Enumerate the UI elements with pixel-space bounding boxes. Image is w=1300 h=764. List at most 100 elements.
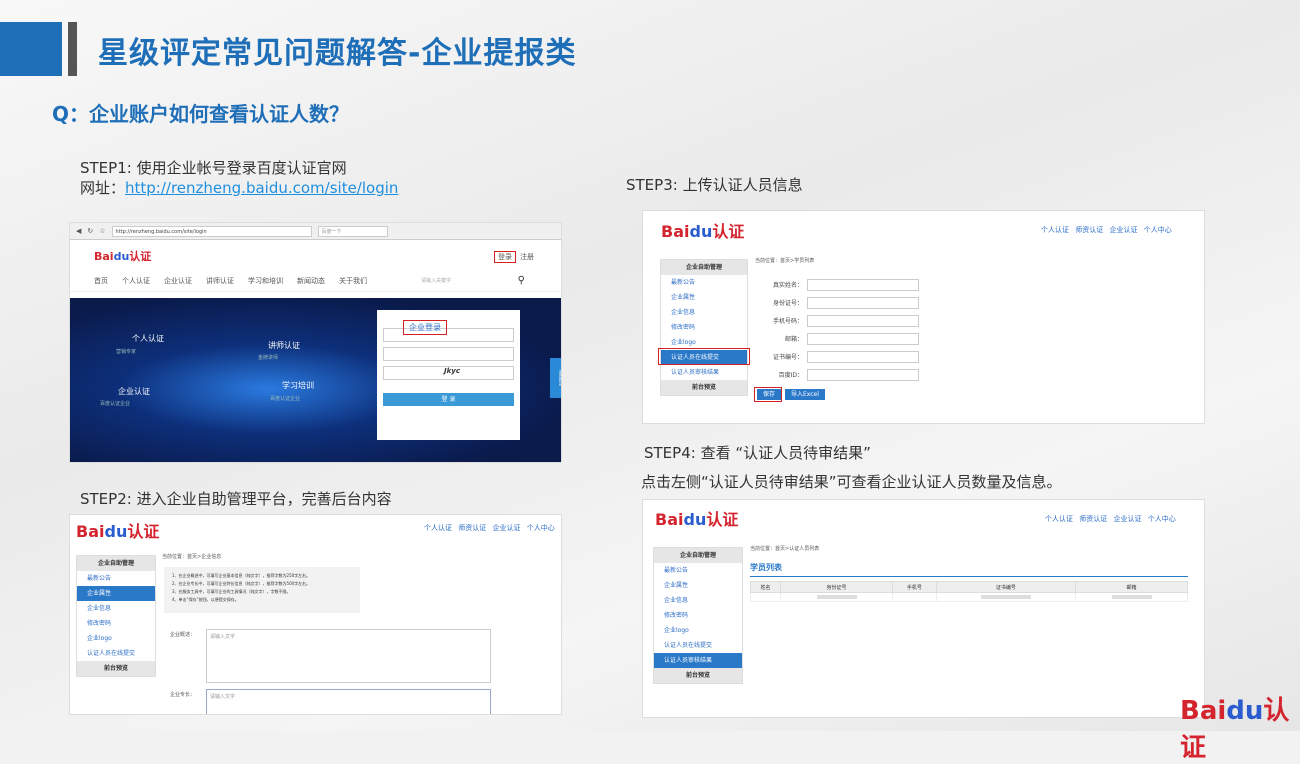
nav-personal-center[interactable]: 个人中心: [527, 524, 555, 532]
hero-sub-3: 百度认证企业: [100, 401, 131, 407]
step1-screenshot: ◀ ↻ ☆ http://renzheng.baidu.com/site/log…: [69, 222, 562, 463]
login-link[interactable]: 登录: [494, 251, 516, 263]
site-nav: 首页 个人认证 企业认证 讲师认证 学习和培训 新闻动态 关于我们 请输入关键字…: [70, 270, 561, 292]
login-url-link[interactable]: http://renzheng.baidu.com/site/login: [125, 179, 398, 197]
sidebar-item-password[interactable]: 修改密码: [654, 608, 742, 623]
sidebar: 企业自助管理 最新公告 企业属性 企业信息 修改密码 企业logo 认证人员在线…: [76, 555, 156, 677]
nav-enterprise[interactable]: 企业认证: [492, 524, 520, 532]
step3-text: STEP3: 上传认证人员信息: [626, 176, 803, 194]
browser-search[interactable]: 百度一下: [317, 225, 388, 237]
nav-news[interactable]: 新闻动态: [297, 276, 325, 286]
hero-label-training: 学习培训: [282, 381, 314, 390]
address-bar[interactable]: http://renzheng.baidu.com/site/login: [111, 225, 312, 237]
sidebar-item-notice[interactable]: 最新公告: [77, 571, 155, 586]
expertise-label: 企业专长：: [170, 692, 196, 698]
nav-about[interactable]: 关于我们: [339, 276, 367, 286]
sidebar-item-submit[interactable]: 认证人员在线提交: [77, 646, 155, 661]
forgot-link[interactable]: 忘记密码: [383, 385, 399, 391]
nav-teacher[interactable]: 师资认证: [1079, 515, 1107, 523]
nav-personal[interactable]: 个人认证: [1041, 226, 1069, 234]
phone-input[interactable]: [807, 314, 919, 327]
sidebar-footer[interactable]: 前台预览: [661, 380, 747, 395]
sidebar-item-logo[interactable]: 企业logo: [654, 623, 742, 638]
list-title-underline: [750, 576, 1188, 577]
nav-teacher[interactable]: 师资认证: [458, 524, 486, 532]
back-icon[interactable]: ◀: [76, 227, 81, 235]
nav-personal[interactable]: 个人认证: [424, 524, 452, 532]
top-nav: 个人认证 师资认证 企业认证 个人中心: [424, 523, 555, 533]
nav-teacher[interactable]: 师资认证: [1075, 226, 1103, 234]
import-excel-button[interactable]: 导入Excel: [785, 389, 825, 400]
sidebar: 企业自助管理 最新公告 企业属性 企业信息 修改密码 企业logo 认证人员在线…: [653, 547, 743, 684]
sidebar-item-results[interactable]: 认证人员审核结果: [654, 653, 742, 668]
hero-label-lecturer: 讲师认证: [268, 341, 300, 350]
password-input[interactable]: [383, 347, 514, 361]
sidebar-item-info[interactable]: 企业信息: [654, 593, 742, 608]
sidebar-item-password[interactable]: 修改密码: [77, 616, 155, 631]
search-icon[interactable]: ⚲: [518, 275, 525, 286]
captcha-input[interactable]: Jkyc: [383, 366, 514, 380]
sidebar-item-password[interactable]: 修改密码: [661, 320, 747, 335]
hero-label-enterprise: 企业认证: [118, 387, 150, 396]
login-panel: 个人登录 企业登录 Jkyc 自动登录 忘记密码 登 录: [377, 310, 520, 440]
sidebar-item-attributes[interactable]: 企业属性: [77, 586, 155, 601]
sidebar-item-attributes[interactable]: 企业属性: [654, 578, 742, 593]
sidebar: 企业自助管理 最新公告 企业属性 企业信息 修改密码 企业logo 认证人员在线…: [660, 259, 748, 396]
login-button[interactable]: 登 录: [383, 393, 514, 406]
realname-label: 真实姓名：: [772, 282, 803, 289]
sidebar-header: 企业自助管理: [77, 556, 155, 571]
col-name: 姓名: [749, 581, 782, 593]
sidebar-item-logo[interactable]: 企业logo: [77, 631, 155, 646]
feedback-tab[interactable]: FEEDBACK: [550, 358, 561, 398]
realname-input[interactable]: [807, 278, 919, 291]
url-label: 网址：: [80, 179, 126, 197]
sidebar-item-notice[interactable]: 最新公告: [661, 275, 747, 290]
sidebar-footer[interactable]: 前台预览: [654, 668, 742, 683]
refresh-icon[interactable]: ↻: [87, 227, 93, 235]
nav-personal-center[interactable]: 个人中心: [1148, 515, 1176, 523]
star-icon[interactable]: ☆: [99, 227, 105, 235]
note-1: 1、在企业概述中，可填写企业基本信息（纯文字），推荐字数为250字左右。: [172, 573, 311, 578]
nav-training[interactable]: 学习和培训: [248, 276, 283, 286]
sidebar-item-submit[interactable]: 认证人员在线提交: [654, 638, 742, 653]
step2-text: STEP2: 进入企业自助管理平台，完善后台内容: [80, 490, 392, 508]
top-nav: 个人认证 师资认证 企业认证 个人中心: [1045, 514, 1176, 524]
col-phone: 手机号: [892, 581, 937, 593]
overview-textarea[interactable]: 请输入文字: [206, 629, 491, 683]
sidebar-item-info[interactable]: 企业信息: [77, 601, 155, 616]
cert-input[interactable]: [807, 350, 919, 363]
phone-label: 手机号码：: [772, 318, 803, 325]
nav-personal[interactable]: 个人认证: [1045, 515, 1073, 523]
nav-enterprise[interactable]: 企业认证: [1113, 515, 1141, 523]
note-3: 3、在服务工具中，可填写企业的工具情况（纯文字），字数不限。: [172, 589, 291, 594]
tab-enterprise-login[interactable]: 企业登录: [403, 320, 447, 335]
top-nav: 个人认证 师资认证 企业认证 个人中心: [1041, 225, 1172, 235]
expertise-textarea[interactable]: 请输入文字: [206, 689, 491, 714]
breadcrumb: 当前位置：首页>企业信息: [162, 554, 222, 560]
nav-search-input[interactable]: 请输入关键字: [421, 277, 451, 284]
title-accent-divider: [68, 22, 77, 76]
nav-personal-center[interactable]: 个人中心: [1144, 226, 1172, 234]
email-input[interactable]: [807, 332, 919, 345]
upload-form: 真实姓名： 身份证号： 手机号码： 邮箱： 证书编号： 百度ID：: [753, 277, 919, 385]
nav-home[interactable]: 首页: [94, 276, 108, 286]
idcard-input[interactable]: [807, 296, 919, 309]
list-title: 学员列表: [750, 563, 782, 572]
highlight-save: [754, 387, 782, 402]
nav-enterprise[interactable]: 企业认证: [1109, 226, 1137, 234]
baiduid-input[interactable]: [807, 368, 919, 381]
sidebar-item-attributes[interactable]: 企业属性: [661, 290, 747, 305]
hero-label-personal: 个人认证: [132, 334, 164, 343]
sidebar-footer[interactable]: 前台预览: [77, 661, 155, 676]
nav-enterprise[interactable]: 企业认证: [164, 276, 192, 286]
step1-url-line: 网址：http://renzheng.baidu.com/site/login: [80, 177, 398, 198]
register-link[interactable]: 注册: [520, 252, 534, 262]
table-row[interactable]: [749, 592, 1188, 602]
sidebar-item-info[interactable]: 企业信息: [661, 305, 747, 320]
title-accent-bar: [0, 22, 62, 76]
nav-lecturer[interactable]: 讲师认证: [206, 276, 234, 286]
sidebar-item-results[interactable]: 认证人员审核结果: [661, 365, 747, 380]
overview-label: 企业概述：: [170, 632, 196, 638]
nav-personal[interactable]: 个人认证: [122, 276, 150, 286]
sidebar-item-notice[interactable]: 最新公告: [654, 563, 742, 578]
